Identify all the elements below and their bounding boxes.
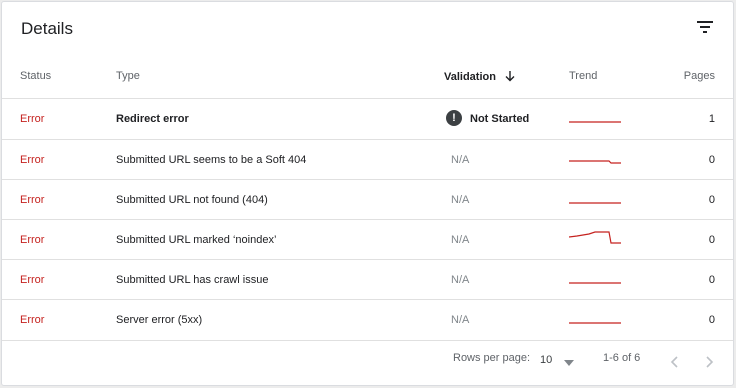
rows-per-page-value: 10: [540, 354, 553, 366]
type-cell: Submitted URL marked ‘noindex’: [116, 234, 277, 246]
status-cell: Error: [20, 314, 45, 326]
trend-sparkline: [569, 202, 621, 204]
pages-cell: 0: [708, 274, 715, 286]
pagination-range: 1-6 of 6: [603, 352, 641, 364]
pages-cell: 0: [708, 314, 715, 326]
pages-cell: 0: [708, 194, 715, 206]
pages-cell: 0: [708, 154, 715, 166]
validation-label: Not Started: [470, 113, 530, 125]
exclamation-icon: !: [446, 110, 462, 127]
details-card: Details Status Type Validation Trend Pag…: [1, 1, 734, 386]
pages-cell: 0: [708, 234, 715, 246]
type-cell: Submitted URL not found (404): [116, 194, 268, 206]
validation-cell: N/A: [451, 194, 470, 206]
trend-sparkline: [569, 160, 621, 164]
trend-sparkline: [569, 322, 621, 324]
column-header-validation-label: Validation: [444, 71, 496, 83]
type-cell: Redirect error: [116, 113, 189, 125]
rows-per-page-label: Rows per page:: [453, 352, 531, 364]
status-cell: Error: [20, 194, 45, 206]
table-row[interactable]: Error Submitted URL marked ‘noindex’ N/A…: [2, 220, 733, 260]
table-row[interactable]: Error Server error (5xx) N/A 0: [2, 300, 733, 340]
chevron-right-icon[interactable]: [702, 354, 716, 370]
chevron-left-icon[interactable]: [668, 354, 682, 370]
column-header-type[interactable]: Type: [116, 70, 140, 82]
type-cell: Server error (5xx): [116, 314, 203, 326]
rows-per-page-select[interactable]: 10: [540, 354, 576, 370]
card-title: Details: [21, 19, 73, 38]
validation-cell: N/A: [451, 154, 470, 166]
table-row[interactable]: Error Submitted URL not found (404) N/A …: [2, 180, 733, 220]
validation-cell: ! Not Started: [446, 99, 529, 139]
footer-divider: [2, 340, 733, 341]
status-cell: Error: [20, 234, 45, 246]
trend-sparkline: [569, 282, 621, 284]
type-cell: Submitted URL has crawl issue: [116, 274, 269, 286]
column-header-status[interactable]: Status: [20, 70, 51, 82]
dropdown-arrow-icon: [564, 360, 574, 366]
trend-sparkline: [569, 231, 621, 244]
type-cell: Submitted URL seems to be a Soft 404: [116, 154, 307, 166]
column-header-trend[interactable]: Trend: [569, 70, 597, 82]
validation-cell: N/A: [451, 274, 470, 286]
column-header-pages[interactable]: Pages: [684, 70, 715, 82]
status-cell: Error: [20, 154, 45, 166]
status-cell: Error: [20, 274, 45, 286]
table-row[interactable]: Error Submitted URL has crawl issue N/A …: [2, 260, 733, 300]
filter-icon[interactable]: [694, 16, 716, 38]
arrow-down-icon: [505, 71, 515, 82]
pages-cell: 1: [708, 113, 715, 125]
trend-sparkline: [569, 121, 621, 123]
table-row[interactable]: Error Submitted URL seems to be a Soft 4…: [2, 140, 733, 180]
validation-cell: N/A: [451, 314, 470, 326]
column-header-validation[interactable]: Validation: [444, 70, 516, 83]
table-row[interactable]: Error Redirect error ! Not Started 1: [2, 99, 733, 139]
validation-cell: N/A: [451, 234, 470, 246]
status-cell: Error: [20, 113, 45, 125]
